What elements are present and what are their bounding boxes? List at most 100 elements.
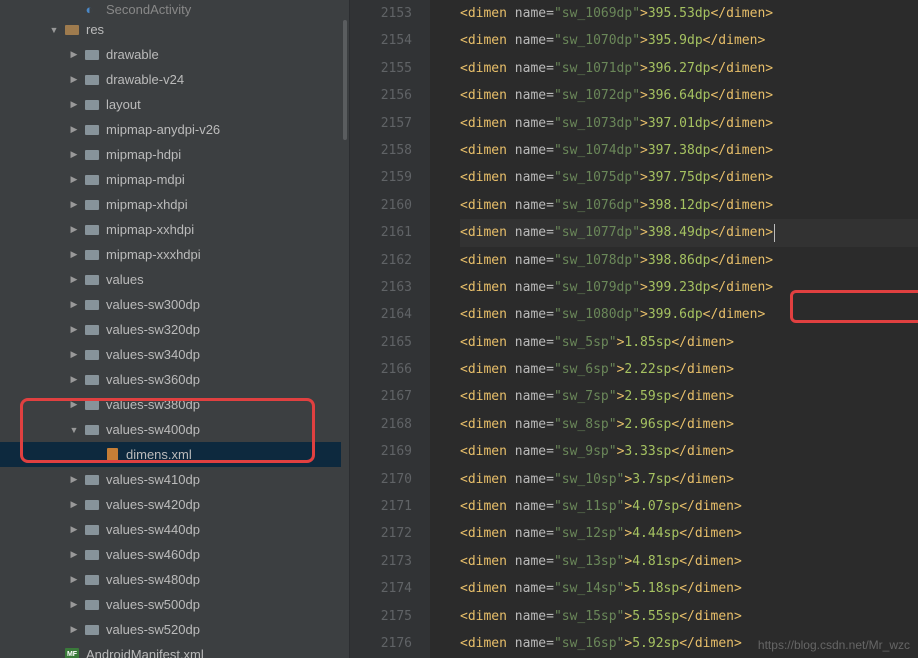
chevron-right-icon: ▶ [68, 99, 80, 110]
code-line[interactable]: <dimen name="sw_13sp">4.81sp</dimen> [460, 548, 918, 575]
chevron-right-icon: ▶ [68, 324, 80, 335]
code-line[interactable]: <dimen name="sw_1073dp">397.01dp</dimen> [460, 110, 918, 137]
tree-item[interactable]: ▶ drawable [0, 42, 349, 67]
tree-label: values-sw520dp [106, 622, 200, 637]
tree-label: mipmap-xxhdpi [106, 222, 194, 237]
line-number: 2175 [350, 603, 412, 630]
tree-item[interactable]: ▶mipmap-hdpi [0, 142, 349, 167]
tree-item[interactable]: ▶values-sw410dp [0, 467, 349, 492]
code-line[interactable]: <dimen name="sw_11sp">4.07sp</dimen> [460, 493, 918, 520]
code-content[interactable]: <dimen name="sw_1069dp">395.53dp</dimen>… [430, 0, 918, 658]
code-line[interactable]: <dimen name="sw_1070dp">395.9dp</dimen> [460, 27, 918, 54]
tree-label: drawable [106, 47, 159, 62]
tree-item[interactable]: ▶mipmap-xhdpi [0, 192, 349, 217]
line-number: 2174 [350, 575, 412, 602]
folder-icon [84, 147, 100, 163]
line-number: 2163 [350, 274, 412, 301]
chevron-right-icon: ▶ [68, 49, 80, 60]
chevron-right-icon: ▶ [68, 249, 80, 260]
code-line[interactable]: <dimen name="sw_6sp">2.22sp</dimen> [460, 356, 918, 383]
scrollbar[interactable] [341, 0, 349, 658]
code-line[interactable]: <dimen name="sw_1076dp">398.12dp</dimen> [460, 192, 918, 219]
tree-item[interactable]: ▶ mipmap-xxxhdpi [0, 242, 349, 267]
tree-item[interactable]: ▶ mipmap-xxhdpi [0, 217, 349, 242]
tree-label: values-sw320dp [106, 322, 200, 337]
tree-item[interactable]: ▶ values-sw320dp [0, 317, 349, 342]
tree-item[interactable]: ▶values [0, 267, 349, 292]
tree-label: values-sw460dp [106, 547, 200, 562]
tree-label: values [106, 272, 144, 287]
code-line[interactable]: <dimen name="sw_1077dp">398.49dp</dimen> [460, 219, 918, 246]
code-line[interactable]: <dimen name="sw_12sp">4.44sp</dimen> [460, 520, 918, 547]
tree-item[interactable]: ▶values-sw340dp [0, 342, 349, 367]
tree-item-manifest[interactable]: AndroidManifest.xml [0, 642, 349, 658]
chevron-down-icon: ▼ [48, 25, 60, 35]
code-line[interactable]: <dimen name="sw_10sp">3.7sp</dimen> [460, 466, 918, 493]
code-line[interactable]: <dimen name="sw_1075dp">397.75dp</dimen> [460, 164, 918, 191]
folder-icon [84, 47, 100, 63]
tree-item[interactable]: SecondActivity [0, 2, 349, 17]
tree-item-dimens-xml[interactable]: dimens.xml [0, 442, 349, 467]
project-tree[interactable]: SecondActivity ▼ res ▶ drawable ▶drawable-… [0, 0, 350, 658]
line-number: 2171 [350, 493, 412, 520]
line-number: 2170 [350, 466, 412, 493]
tree-label: values-sw400dp [106, 422, 200, 437]
code-line[interactable]: <dimen name="sw_7sp">2.59sp</dimen> [460, 383, 918, 410]
tree-item[interactable]: ▶values-sw480dp [0, 567, 349, 592]
folder-icon [84, 597, 100, 613]
tree-item[interactable]: ▶values-sw460dp [0, 542, 349, 567]
code-line[interactable]: <dimen name="sw_14sp">5.18sp</dimen> [460, 575, 918, 602]
tree-item[interactable]: ▶mipmap-anydpi-v26 [0, 117, 349, 142]
code-line[interactable]: <dimen name="sw_1071dp">396.27dp</dimen> [460, 55, 918, 82]
tree-item[interactable]: ▶values-sw440dp [0, 517, 349, 542]
tree-label: mipmap-hdpi [106, 147, 181, 162]
code-line[interactable]: <dimen name="sw_5sp">1.85sp</dimen> [460, 329, 918, 356]
folder-icon [84, 72, 100, 88]
code-line[interactable]: <dimen name="sw_1069dp">395.53dp</dimen> [460, 0, 918, 27]
tree-item[interactable]: ▶values-sw360dp [0, 367, 349, 392]
tree-item[interactable]: ▶drawable-v24 [0, 67, 349, 92]
tree-label: values-sw440dp [106, 522, 200, 537]
tree-item-res[interactable]: ▼ res [0, 17, 349, 42]
code-line[interactable]: <dimen name="sw_1078dp">398.86dp</dimen> [460, 247, 918, 274]
chevron-right-icon: ▶ [68, 574, 80, 585]
scrollbar-thumb[interactable] [343, 20, 347, 140]
tree-label: mipmap-xxxhdpi [106, 247, 201, 262]
code-line[interactable]: <dimen name="sw_1074dp">397.38dp</dimen> [460, 137, 918, 164]
line-number: 2173 [350, 548, 412, 575]
chevron-right-icon: ▶ [68, 399, 80, 410]
tree-item[interactable]: ▶values-sw500dp [0, 592, 349, 617]
tree-item[interactable]: ▶values-sw420dp [0, 492, 349, 517]
folder-icon [84, 272, 100, 288]
tree-item-values-sw400dp[interactable]: ▼ values-sw400dp [0, 417, 349, 442]
tree-label: values-sw380dp [106, 397, 200, 412]
tree-item[interactable]: ▶ values-sw380dp [0, 392, 349, 417]
tree-label: res [86, 22, 104, 37]
tree-label: values-sw300dp [106, 297, 200, 312]
chevron-right-icon: ▶ [68, 224, 80, 235]
folder-icon [84, 122, 100, 138]
tree-item[interactable]: ▶values-sw520dp [0, 617, 349, 642]
chevron-right-icon: ▶ [68, 374, 80, 385]
tree-item[interactable]: ▶values-sw300dp [0, 292, 349, 317]
code-editor[interactable]: 2153215421552156215721582159216021612162… [350, 0, 918, 658]
xml-file-icon [104, 447, 120, 463]
tree-item[interactable]: ▶layout [0, 92, 349, 117]
code-line[interactable]: <dimen name="sw_1072dp">396.64dp</dimen> [460, 82, 918, 109]
line-gutter: 2153215421552156215721582159216021612162… [350, 0, 430, 658]
code-line[interactable]: <dimen name="sw_15sp">5.55sp</dimen> [460, 603, 918, 630]
line-number: 2167 [350, 383, 412, 410]
chevron-right-icon: ▶ [68, 349, 80, 360]
code-line[interactable]: <dimen name="sw_8sp">2.96sp</dimen> [460, 411, 918, 438]
tree-item[interactable]: ▶mipmap-mdpi [0, 167, 349, 192]
code-line[interactable]: <dimen name="sw_1080dp">399.6dp</dimen> [460, 301, 918, 328]
code-line[interactable]: <dimen name="sw_1079dp">399.23dp</dimen> [460, 274, 918, 301]
chevron-down-icon: ▼ [68, 425, 80, 435]
line-number: 2155 [350, 55, 412, 82]
watermark: https://blog.csdn.net/Mr_wzc [758, 638, 910, 652]
line-number: 2159 [350, 164, 412, 191]
folder-icon [64, 22, 80, 38]
code-line[interactable]: <dimen name="sw_9sp">3.33sp</dimen> [460, 438, 918, 465]
line-number: 2165 [350, 329, 412, 356]
line-number: 2160 [350, 192, 412, 219]
